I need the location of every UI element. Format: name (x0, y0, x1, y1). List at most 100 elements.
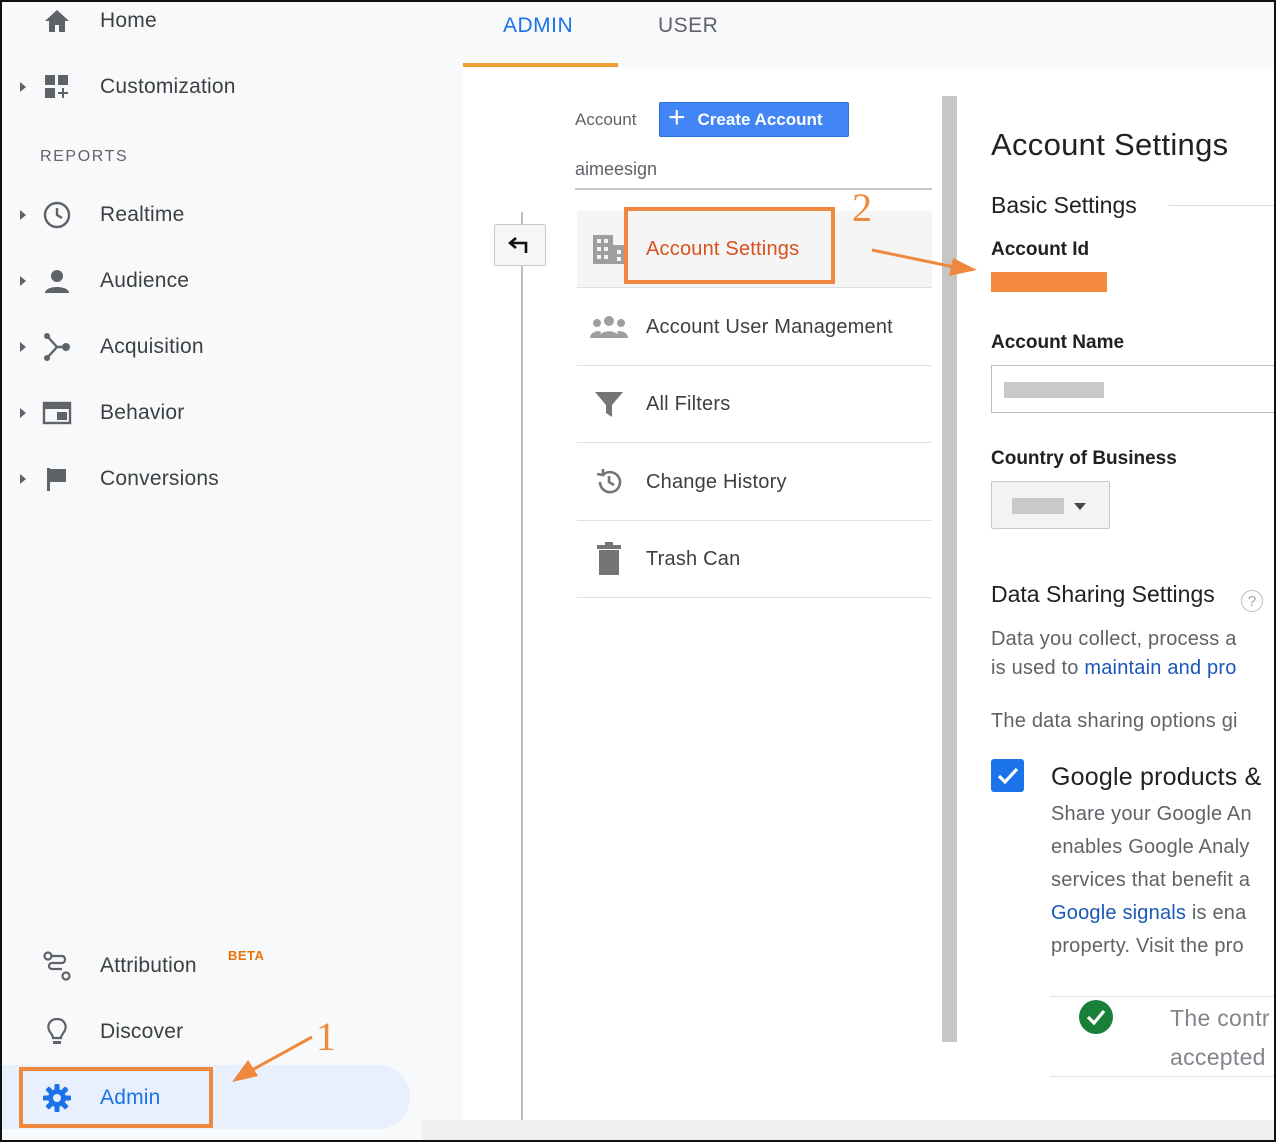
menu-item-all-filters[interactable]: All Filters (577, 366, 932, 443)
account-selector-underline (575, 188, 932, 190)
gp-text-line1: Share your Google An (1051, 803, 1252, 825)
menu-item-label: All Filters (646, 392, 731, 415)
sidebar-item-label: Acquisition (100, 335, 204, 358)
sidebar-item-behavior[interactable]: Behavior (2, 388, 422, 438)
column-divider (521, 212, 523, 1120)
gp-text-line4: Google signals is ena (1051, 902, 1246, 925)
beta-badge: BETA (228, 948, 265, 963)
annotation-box-account-settings (624, 207, 835, 284)
person-icon (42, 266, 72, 296)
gp-text-line5: property. Visit the pro (1051, 935, 1244, 957)
divider (1050, 996, 1274, 997)
window-frame: Home Customization REPORTS Realtime Audi… (0, 0, 1276, 1142)
filter-icon (589, 384, 629, 424)
caret-right-icon (20, 408, 26, 418)
menu-item-label: Trash Can (646, 547, 741, 570)
check-circle-icon (1079, 1000, 1113, 1034)
annotation-step-2: 2 (852, 185, 872, 230)
sidebar: Home Customization REPORTS Realtime Audi… (2, 2, 422, 1140)
country-select[interactable] (991, 481, 1110, 529)
data-sharing-heading: Data Sharing Settings (991, 581, 1215, 607)
caret-right-icon (20, 342, 26, 352)
account-id-label: Account Id (991, 239, 1090, 260)
account-name-label: Account Name (991, 332, 1125, 353)
maintain-link[interactable]: maintain and pro (1084, 657, 1236, 679)
back-arrow-icon (508, 237, 528, 253)
caret-right-icon (20, 82, 26, 92)
menu-item-account-user-management[interactable]: Account User Management (577, 289, 932, 366)
sidebar-item-label: Discover (100, 1020, 184, 1043)
lightbulb-icon (42, 1017, 72, 1047)
sidebar-item-label: Conversions (100, 467, 219, 490)
menu-item-label: Change History (646, 470, 787, 493)
caret-right-icon (20, 210, 26, 220)
contract-status-line1: The contr (1170, 1005, 1270, 1031)
contract-status-line2: accepted (1170, 1044, 1266, 1070)
account-selector[interactable]: aimeesign (575, 159, 657, 180)
text: is ena (1186, 902, 1247, 924)
create-account-button[interactable]: + Create Account (659, 102, 849, 137)
home-icon (42, 6, 72, 36)
account-name-field[interactable] (991, 365, 1274, 413)
bottom-strip (422, 1120, 1274, 1140)
sidebar-item-discover[interactable]: Discover (2, 1007, 422, 1057)
caret-right-icon (20, 276, 26, 286)
tab-admin[interactable]: ADMIN (503, 14, 573, 38)
redacted-country (1012, 498, 1064, 514)
menu-item-trash-can[interactable]: Trash Can (577, 521, 932, 598)
flag-icon (42, 464, 72, 494)
data-sharing-text-line2: is used to maintain and pro (991, 657, 1237, 680)
dropdown-arrow-icon (1074, 503, 1086, 510)
account-column-label: Account (575, 110, 637, 129)
divider (1050, 1076, 1274, 1077)
data-sharing-text-line1: Data you collect, process a (991, 628, 1237, 650)
acquisition-icon (42, 332, 72, 362)
annotation-box-admin (19, 1067, 213, 1128)
attribution-icon (42, 951, 72, 981)
data-sharing-options-text: The data sharing options gi (991, 710, 1238, 732)
menu-item-change-history[interactable]: Change History (577, 444, 932, 521)
group-icon (589, 307, 629, 347)
dashboard-plus-icon (42, 72, 72, 102)
caret-right-icon (20, 474, 26, 484)
history-icon (589, 462, 629, 502)
google-products-checkbox[interactable] (991, 759, 1024, 792)
sidebar-item-acquisition[interactable]: Acquisition (2, 322, 422, 372)
browser-window-icon (42, 398, 72, 428)
basic-settings-heading: Basic Settings (991, 192, 1137, 218)
tab-user[interactable]: USER (658, 14, 718, 38)
active-tab-indicator (463, 63, 618, 67)
column-scrollbar[interactable] (942, 96, 957, 1042)
create-account-label: Create Account (697, 109, 823, 129)
annotation-step-1: 1 (316, 1014, 336, 1059)
sidebar-item-customization[interactable]: Customization (2, 62, 422, 112)
sidebar-item-audience[interactable]: Audience (2, 256, 422, 306)
admin-user-tabs: ADMIN USER (463, 2, 1274, 68)
sidebar-item-realtime[interactable]: Realtime (2, 190, 422, 240)
reports-section-label: REPORTS (40, 148, 129, 165)
sidebar-item-home[interactable]: Home (2, 2, 422, 46)
trash-icon (589, 539, 629, 579)
sidebar-item-label: Home (100, 9, 157, 32)
sidebar-item-label: Realtime (100, 203, 185, 226)
sidebar-item-label: Attribution (100, 954, 197, 977)
gp-text-line2: enables Google Analy (1051, 836, 1250, 858)
page-title: Account Settings (991, 127, 1229, 162)
help-icon[interactable]: ? (1241, 590, 1263, 612)
check-icon (997, 767, 1018, 784)
sidebar-item-label: Audience (100, 269, 190, 292)
gp-text-line3: services that benefit a (1051, 869, 1251, 891)
back-button[interactable] (494, 224, 546, 266)
clock-icon (42, 200, 72, 230)
text: is used to (991, 657, 1085, 679)
sidebar-item-attribution[interactable]: Attribution (2, 941, 422, 991)
sidebar-item-conversions[interactable]: Conversions (2, 454, 422, 504)
redacted-account-id (991, 272, 1107, 292)
sidebar-item-label: Customization (100, 75, 236, 98)
country-of-business-label: Country of Business (991, 448, 1177, 469)
menu-item-label: Account User Management (646, 315, 893, 338)
building-icon (589, 229, 629, 269)
redacted-account-name (1004, 382, 1104, 398)
google-signals-link[interactable]: Google signals (1051, 902, 1186, 924)
plus-icon: + (668, 101, 686, 134)
